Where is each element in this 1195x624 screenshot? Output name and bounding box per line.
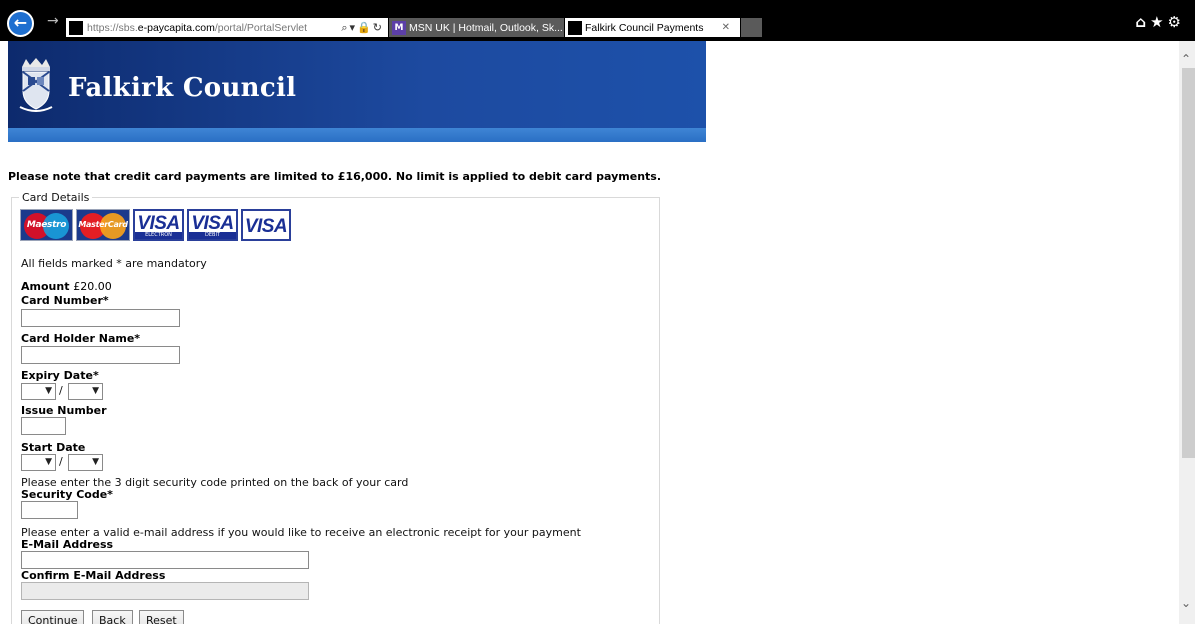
start-month-select[interactable]: ▼	[21, 454, 56, 471]
close-icon[interactable]: ✕	[722, 22, 730, 33]
start-year-select[interactable]: ▼	[68, 454, 103, 471]
tab-msn[interactable]: M MSN UK | Hotmail, Outlook, Sk...	[389, 18, 564, 37]
favorites-star-icon[interactable]: ★	[1150, 13, 1167, 31]
address-bar[interactable]: https://sbs.e-paycapita.com/portal/Porta…	[66, 18, 388, 37]
expiry-date-label: Expiry Date*	[21, 369, 99, 382]
back-button[interactable]: Back	[92, 610, 133, 624]
falkirk-favicon-icon	[568, 20, 582, 35]
url-prefix: https://sbs.	[87, 21, 138, 34]
mastercard-logo-text: MasterCard	[78, 220, 128, 229]
tab-falkirk-payments[interactable]: Falkirk Council Payments ✕	[565, 18, 740, 37]
card-holder-label: Card Holder Name*	[21, 332, 141, 345]
url-path: /portal/PortalServlet	[214, 21, 308, 34]
continue-button[interactable]: Continue	[21, 610, 85, 624]
new-tab-button[interactable]	[741, 18, 762, 37]
tab-label: MSN UK | Hotmail, Outlook, Sk...	[409, 21, 563, 34]
chevron-down-icon: ▼	[92, 386, 99, 396]
visa-electron-logo-icon: VISA ELECTRON	[133, 209, 184, 241]
msn-favicon-icon: M	[392, 20, 406, 35]
maestro-logo-icon: Maestro	[20, 209, 73, 241]
card-number-input[interactable]	[21, 309, 180, 327]
home-icon[interactable]: ⌂	[1135, 13, 1150, 31]
expiry-month-select[interactable]: ▼	[21, 383, 56, 400]
forward-arrow-icon[interactable]: →	[47, 13, 59, 29]
card-logos: Maestro MasterCard VISA ELECTRON VISA DE…	[20, 209, 291, 241]
confirm-email-label: Confirm E-Mail Address	[21, 569, 166, 582]
chevron-down-icon[interactable]: ⌄	[1181, 596, 1191, 610]
maestro-logo-text: Maestro	[26, 220, 67, 230]
amount-value: £20.00	[73, 280, 112, 293]
visa-debit-logo-icon: VISA DEBIT	[187, 209, 238, 241]
back-arrow-icon[interactable]: ←	[7, 10, 34, 37]
start-separator: /	[59, 455, 63, 468]
card-number-label: Card Number*	[21, 294, 109, 307]
expiry-year-select[interactable]: ▼	[68, 383, 103, 400]
email-input[interactable]	[21, 551, 309, 569]
url-domain: e-paycapita.com	[137, 21, 215, 34]
email-label: E-Mail Address	[21, 538, 114, 551]
amount-label: Amount	[21, 280, 70, 293]
issue-number-input[interactable]	[21, 417, 66, 435]
gear-icon[interactable]: ⚙	[1168, 13, 1185, 31]
reset-button[interactable]: Reset	[139, 610, 184, 624]
payment-limit-notice: Please note that credit card payments ar…	[8, 170, 662, 183]
mastercard-logo-icon: MasterCard	[76, 209, 130, 241]
site-favicon-icon	[69, 20, 83, 35]
start-date-label: Start Date	[21, 441, 86, 454]
browser-chrome: ← → https://sbs.e-paycapita.com/portal/P…	[0, 0, 1195, 41]
confirm-email-input[interactable]	[21, 582, 309, 600]
amount-row: Amount £20.00	[21, 280, 112, 293]
card-details-legend: Card Details	[19, 191, 93, 204]
browser-toolbar-icons: ⌂★⚙	[1135, 13, 1185, 31]
address-controls-icon[interactable]: ⌕▾🔒↻	[341, 21, 384, 35]
security-code-label: Security Code*	[21, 488, 113, 501]
expiry-separator: /	[59, 384, 63, 397]
visa-electron-sub: ELECTRON	[135, 232, 182, 239]
mandatory-note: All fields marked * are mandatory	[21, 257, 207, 270]
chevron-up-icon[interactable]: ⌃	[1181, 52, 1191, 66]
visa-logo-icon: VISA	[241, 209, 291, 241]
issue-number-label: Issue Number	[21, 404, 107, 417]
banner-stripe	[8, 128, 706, 142]
council-crest-icon	[19, 58, 53, 112]
chevron-down-icon: ▼	[45, 457, 52, 467]
scrollbar-thumb[interactable]	[1182, 68, 1195, 458]
council-name: Falkirk Council	[68, 73, 297, 103]
security-code-input[interactable]	[21, 501, 78, 519]
tab-label: Falkirk Council Payments	[585, 21, 704, 34]
chevron-down-icon: ▼	[45, 386, 52, 396]
url-text: https://sbs.e-paycapita.com/portal/Porta…	[87, 22, 307, 34]
chevron-down-icon: ▼	[92, 457, 99, 467]
visa-logo-text: VISA	[244, 216, 288, 237]
visa-debit-sub: DEBIT	[189, 232, 236, 239]
card-holder-input[interactable]	[21, 346, 180, 364]
